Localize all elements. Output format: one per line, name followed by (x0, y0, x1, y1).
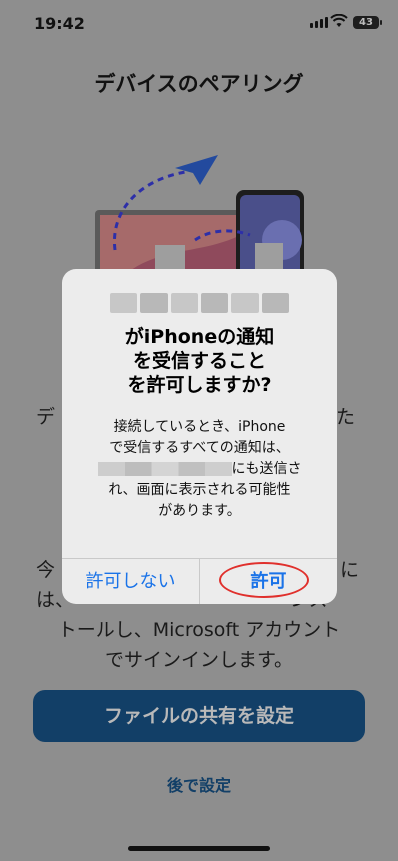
status-time: 19:42 (34, 14, 85, 33)
setup-later-link[interactable]: 後で設定 (0, 772, 398, 796)
redacted-device-name (97, 462, 232, 476)
setup-file-sharing-button[interactable]: ファイルの共有を設定 (33, 690, 365, 742)
alert-message-line: 接続しているとき、iPhone (113, 419, 286, 435)
pairing-illustration (95, 155, 304, 290)
redacted-device-name (110, 293, 289, 313)
alert-message-line: があります。 (158, 503, 241, 519)
alert-message-line: にも送信さ (76, 459, 323, 480)
deny-button[interactable]: 許可しない (62, 559, 199, 604)
paper-plane-icon (175, 155, 218, 185)
home-indicator (128, 846, 270, 851)
alert-message: 接続しているとき、iPhone で受信するすべての通知は、 にも送信さ れ、画面… (76, 417, 323, 522)
body-text-fragment: デ (36, 406, 56, 428)
body-text-fragment: た (336, 406, 356, 428)
alert-message-line: で受信するすべての通知は、 (109, 440, 290, 456)
alert-title-line: がiPhoneの通知 (124, 326, 275, 348)
alert-title-line: を許可しますか? (127, 374, 272, 396)
battery-icon: 43 (353, 16, 382, 29)
alert-message-line: れ、画面に表示される可能性 (108, 482, 291, 498)
notification-permission-alert: がiPhoneの通知 を受信すること を許可しますか? 接続しているとき、iPh… (62, 269, 337, 604)
alert-message-text: にも送信さ (231, 461, 302, 477)
body-text-line: トールし、Microsoft アカウント (57, 619, 341, 641)
body-text-fragment: 今 (36, 559, 56, 581)
body-text-fragment: に (340, 559, 360, 581)
allow-button[interactable]: 許可 (200, 559, 337, 604)
wifi-icon (330, 14, 348, 27)
signal-icon (310, 17, 328, 28)
alert-title-line: を受信すること (132, 350, 266, 372)
alert-title: がiPhoneの通知 を受信すること を許可しますか? (62, 325, 337, 397)
page-title: デバイスのペアリング (94, 72, 304, 96)
status-bar: 19:42 43 (0, 0, 398, 46)
body-text-line: でサインインします。 (104, 649, 294, 671)
